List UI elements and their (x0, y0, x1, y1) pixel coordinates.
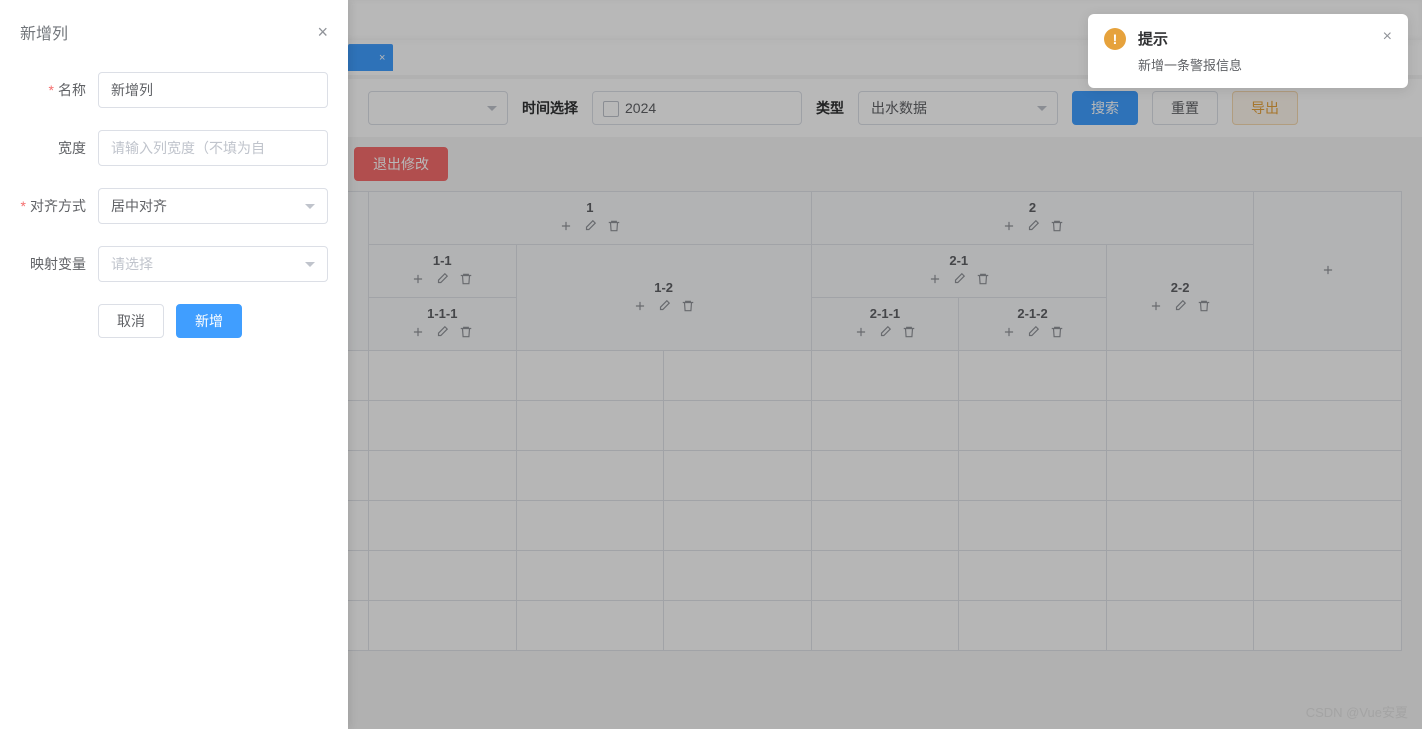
name-input[interactable] (98, 72, 328, 108)
mapvar-select[interactable]: 请选择 (98, 246, 328, 282)
width-input[interactable] (98, 130, 328, 166)
close-icon[interactable]: × (1383, 28, 1392, 74)
notification-toast: ! 提示 新增一条警报信息 × (1088, 14, 1408, 88)
toast-title: 提示 (1138, 28, 1371, 49)
toast-message: 新增一条警报信息 (1138, 55, 1371, 74)
align-select[interactable]: 居中对齐 (98, 188, 328, 224)
close-icon[interactable]: × (317, 22, 328, 43)
align-label: *对齐方式 (20, 196, 98, 216)
mapvar-label: 映射变量 (20, 254, 98, 274)
drawer-title: 新增列 (20, 20, 68, 44)
cancel-button[interactable]: 取消 (98, 304, 164, 338)
name-label: *名称 (20, 80, 98, 100)
width-label: 宽度 (20, 138, 98, 158)
confirm-button[interactable]: 新增 (176, 304, 242, 338)
warning-icon: ! (1104, 28, 1126, 50)
add-column-drawer: 新增列 × *名称 宽度 *对齐方式 居中对齐 映射变量 请选择 取消 新增 (0, 0, 348, 729)
